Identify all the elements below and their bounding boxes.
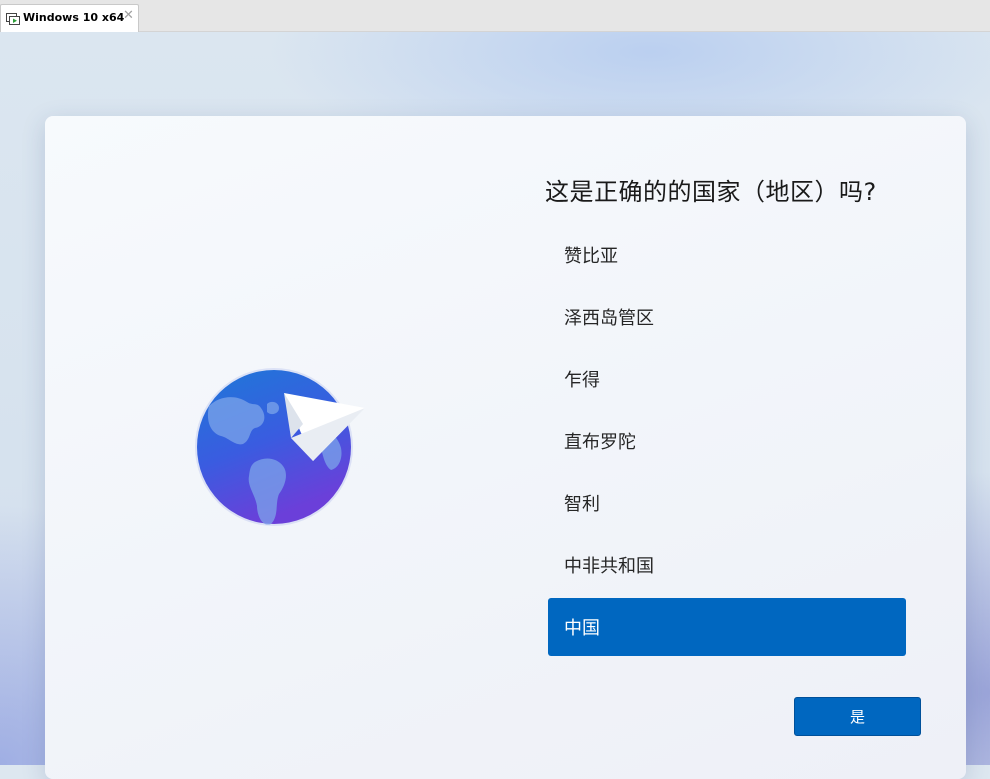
region-item-label: 泽西岛管区 bbox=[564, 308, 654, 329]
region-item-label: 直布罗陀 bbox=[564, 432, 636, 453]
globe-paper-plane-icon bbox=[195, 366, 375, 536]
vm-tab-bar: Windows 10 x64 ✕ bbox=[0, 0, 990, 32]
region-item-label: 乍得 bbox=[564, 370, 600, 391]
vm-tab[interactable]: Windows 10 x64 ✕ bbox=[0, 4, 139, 32]
region-item[interactable]: 直布罗陀 bbox=[548, 412, 906, 470]
region-item[interactable]: 赞比亚 bbox=[548, 226, 906, 284]
region-list[interactable]: 赞比亚 泽西岛管区 乍得 直布罗陀 智利 中非共和国 中国 bbox=[548, 226, 906, 660]
vm-desktop-background: 这是正确的的国家（地区）吗? 赞比亚 泽西岛管区 乍得 直布罗陀 智利 中非共和… bbox=[0, 32, 990, 779]
yes-button[interactable]: 是 bbox=[794, 697, 921, 736]
region-item-selected[interactable]: 中国 bbox=[548, 598, 906, 656]
close-icon[interactable]: ✕ bbox=[123, 9, 134, 22]
region-item-label: 中国 bbox=[564, 618, 600, 639]
region-item[interactable]: 智利 bbox=[548, 474, 906, 532]
oobe-region-dialog: 这是正确的的国家（地区）吗? 赞比亚 泽西岛管区 乍得 直布罗陀 智利 中非共和… bbox=[45, 116, 966, 779]
vm-icon bbox=[6, 13, 20, 25]
region-item-label: 智利 bbox=[564, 494, 600, 515]
region-item-label: 赞比亚 bbox=[564, 246, 618, 267]
region-item[interactable]: 中非共和国 bbox=[548, 536, 906, 594]
vm-tab-title: Windows 10 x64 bbox=[23, 11, 125, 24]
region-item[interactable]: 泽西岛管区 bbox=[548, 288, 906, 346]
region-item[interactable]: 乍得 bbox=[548, 350, 906, 408]
region-item-label: 中非共和国 bbox=[564, 556, 654, 577]
region-question-heading: 这是正确的的国家（地区）吗? bbox=[545, 178, 877, 206]
